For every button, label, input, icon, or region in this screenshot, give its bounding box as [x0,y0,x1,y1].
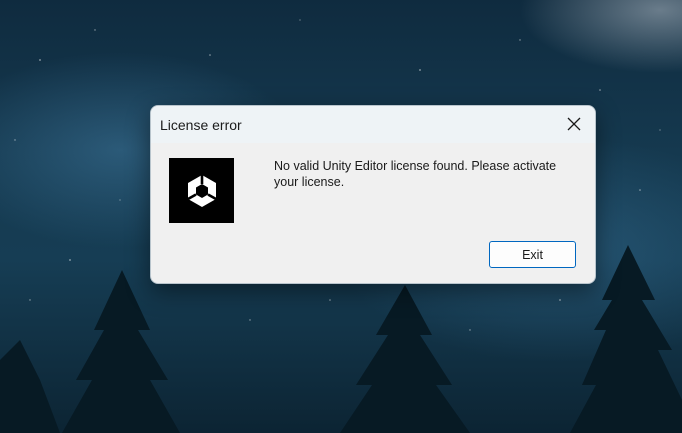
unity-logo [169,158,234,223]
dialog-titlebar: License error [151,106,595,143]
license-error-dialog: License error No valid Unity Editor lice… [150,105,596,284]
error-message: No valid Unity Editor license found. Ple… [274,159,557,189]
unity-logo-icon [186,174,217,207]
dialog-title: License error [160,117,242,133]
close-button[interactable] [559,110,589,138]
close-icon [567,117,581,131]
exit-button[interactable]: Exit [489,241,576,268]
